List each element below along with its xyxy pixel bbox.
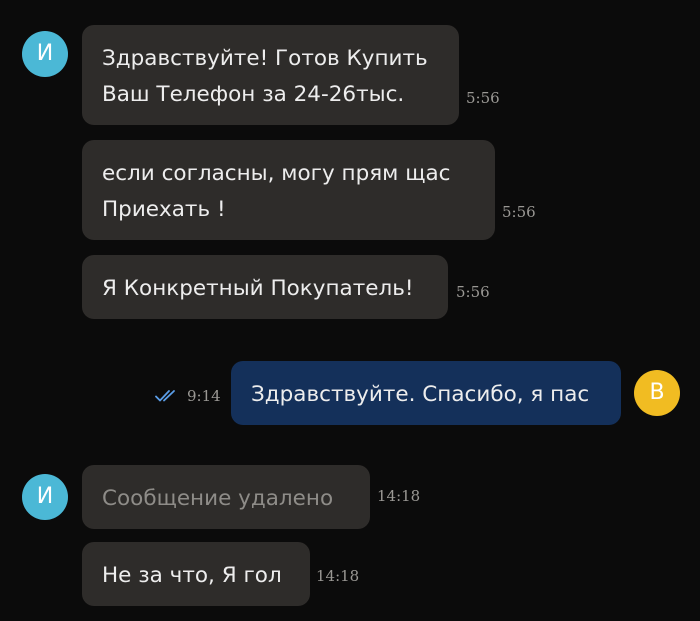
message-time: 14:18 bbox=[316, 567, 360, 585]
message-bubble[interactable]: Здравствуйте! Готов Купить Ваш Телефон з… bbox=[82, 25, 459, 125]
message-time: 5:56 bbox=[466, 89, 500, 107]
message-text: Я Конкретный Покупатель! bbox=[102, 276, 414, 301]
sender-avatar[interactable]: И bbox=[22, 474, 68, 520]
message-text: Здравствуйте. Спасибо, я пас bbox=[251, 382, 590, 407]
own-avatar[interactable]: В bbox=[634, 370, 680, 416]
message-time: 9:14 bbox=[187, 387, 221, 405]
deleted-message-text: Сообщение удалено bbox=[102, 486, 334, 511]
message-bubble-deleted[interactable]: Сообщение удалено bbox=[82, 465, 370, 529]
message-text: Здравствуйте! Готов Купить Ваш Телефон з… bbox=[102, 46, 428, 107]
message-bubble-outgoing[interactable]: Здравствуйте. Спасибо, я пас bbox=[231, 361, 621, 425]
message-text: если согласны, могу прям щас Приехать ! bbox=[102, 161, 451, 222]
message-text: Не за что, Я гол bbox=[102, 563, 282, 588]
message-time: 5:56 bbox=[456, 283, 490, 301]
message-time: 5:56 bbox=[502, 203, 536, 221]
sender-avatar[interactable]: И bbox=[22, 31, 68, 77]
double-check-icon bbox=[155, 390, 175, 402]
message-time: 14:18 bbox=[377, 487, 421, 505]
message-bubble[interactable]: если согласны, могу прям щас Приехать ! bbox=[82, 140, 495, 240]
message-bubble[interactable]: Я Конкретный Покупатель! bbox=[82, 255, 448, 319]
message-bubble[interactable]: Не за что, Я гол bbox=[82, 542, 310, 606]
